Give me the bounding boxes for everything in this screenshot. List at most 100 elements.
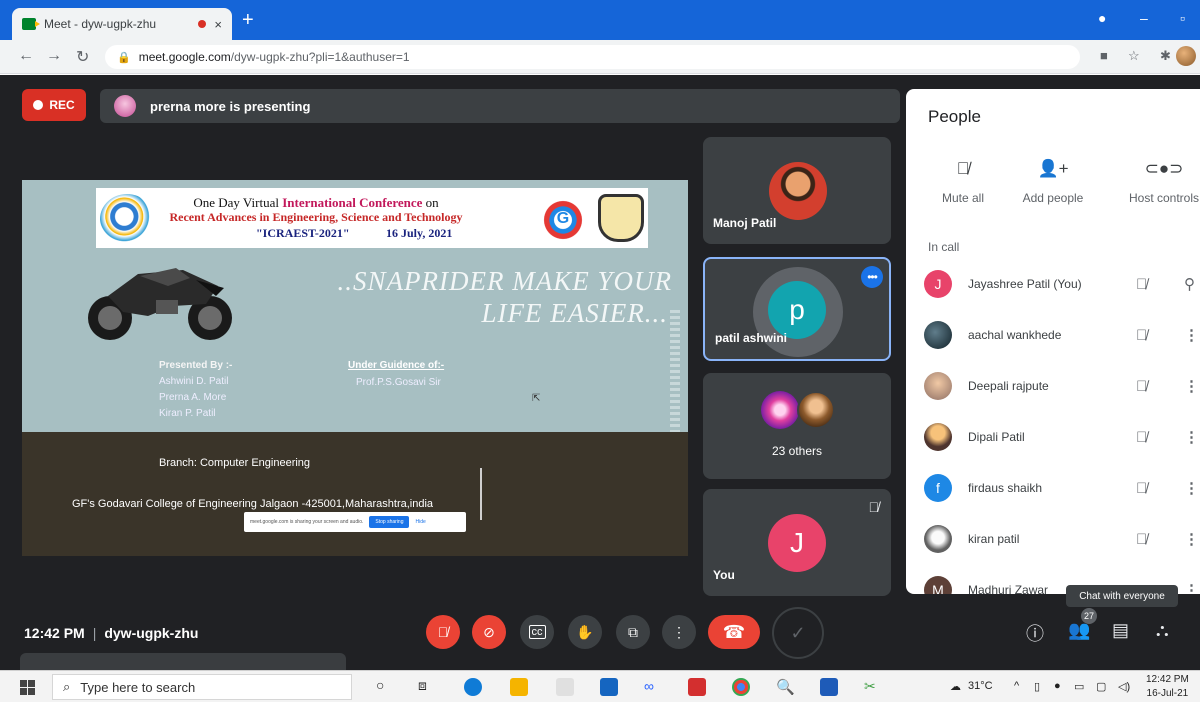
- presented-by-heading: Presented By :-: [159, 360, 233, 371]
- list-item[interactable]: J Jayashree Patil (You) 🎙̸ ⚲: [906, 265, 1200, 303]
- list-item[interactable]: Dipali Patil 🎙̸ ⋮: [906, 418, 1200, 456]
- participant-avatar: [924, 372, 952, 400]
- mic-off-icon[interactable]: 🎙̸: [1136, 327, 1147, 344]
- back-arrow-icon[interactable]: ←: [18, 47, 34, 65]
- participant-name: You: [713, 568, 735, 582]
- presentation-slide: One Day Virtual International Conference…: [22, 180, 688, 556]
- mic-off-icon: 🎙̸: [437, 624, 449, 640]
- mute-all-button[interactable]: 🎙̸ Mute all: [918, 159, 1008, 205]
- participant-tile-others[interactable]: 23 others: [703, 373, 891, 479]
- magnifier-icon[interactable]: 🔍: [776, 678, 795, 696]
- mic-off-icon[interactable]: 🎙̸: [1136, 378, 1147, 395]
- cortana-icon[interactable]: ○: [376, 677, 384, 693]
- presenting-banner: prerna more is presenting: [100, 89, 900, 123]
- chrome-icon[interactable]: [732, 678, 750, 696]
- mic-off-icon[interactable]: 🎙̸: [1136, 480, 1147, 497]
- url-input[interactable]: 🔒 meet.google.com/dyw-ugpk-zhu?pli=1&aut…: [105, 45, 1080, 69]
- meet-stage: REC prerna more is presenting One Day Vi…: [0, 75, 1200, 671]
- meeting-details-button[interactable]: ⓘ: [1026, 620, 1044, 646]
- task-view-icon[interactable]: ⧈: [418, 677, 427, 694]
- branch-text: Branch: Computer Engineering: [159, 457, 311, 469]
- more-options-button[interactable]: ⋮: [662, 615, 696, 649]
- more-vert-icon[interactable]: ⋮: [1184, 428, 1199, 446]
- tray-chevron-icon[interactable]: ^: [1014, 680, 1019, 692]
- meeting-code: dyw-ugpk-zhu: [104, 625, 199, 641]
- taskbar-search[interactable]: ⌕ Type here to search: [52, 674, 352, 700]
- more-vert-icon[interactable]: ⋮: [1184, 377, 1199, 395]
- mic-off-icon[interactable]: 🎙̸: [1136, 276, 1147, 293]
- hide-button[interactable]: Hide: [415, 519, 425, 525]
- temperature[interactable]: 31°C: [968, 680, 993, 692]
- minimize-button[interactable]: –: [1140, 10, 1148, 26]
- stop-sharing-button[interactable]: Stop sharing: [369, 516, 410, 528]
- snipping-tool-icon[interactable]: ✂: [864, 678, 882, 696]
- add-people-button[interactable]: 👤+ Add people: [1008, 159, 1098, 205]
- more-vert-icon[interactable]: ⋮: [1184, 581, 1199, 594]
- divider: |: [92, 625, 97, 641]
- participant-name: firdaus shaikh: [968, 481, 1043, 495]
- forward-arrow-icon[interactable]: →: [46, 47, 62, 65]
- more-vert-icon[interactable]: ⋮: [1184, 530, 1199, 548]
- profile-dot-icon[interactable]: ●: [1098, 10, 1106, 26]
- profile-avatar[interactable]: [1176, 46, 1196, 66]
- participant-avatar: [797, 391, 835, 429]
- infinity-app-icon[interactable]: ∞: [644, 678, 662, 696]
- presenter-name: Kiran P. Patil: [159, 408, 216, 419]
- host-controls-button[interactable]: ⊂●⊃ Host controls: [1114, 159, 1200, 205]
- mic-off-icon[interactable]: 🎙̸: [1136, 531, 1147, 548]
- battery-icon[interactable]: ▯: [1034, 680, 1040, 693]
- network-icon[interactable]: ▭: [1074, 680, 1084, 693]
- participant-tile-ashwini[interactable]: p ••• patil ashwini: [703, 257, 891, 361]
- participant-name: Madhuri Zawar: [968, 583, 1049, 594]
- activities-shapes-button[interactable]: ⛬: [1156, 620, 1169, 641]
- volume-icon[interactable]: ◁): [1118, 680, 1130, 693]
- participant-avatar: f: [924, 474, 952, 502]
- list-item[interactable]: aachal wankhede 🎙̸ ⋮: [906, 316, 1200, 354]
- present-now-button[interactable]: ⧉: [616, 615, 650, 649]
- presenter-name: Ashwini D. Patil: [159, 376, 229, 387]
- url-path: /dyw-ugpk-zhu?pli=1&authuser=1: [230, 50, 410, 64]
- display-icon[interactable]: ▢: [1096, 680, 1106, 693]
- participant-avatar: [761, 391, 799, 429]
- captions-button[interactable]: cc: [520, 615, 554, 649]
- recording-badge: REC: [22, 89, 86, 121]
- more-vert-icon[interactable]: ⋮: [1184, 326, 1199, 344]
- screen-share-notice: meet.google.com is sharing your screen a…: [244, 512, 466, 532]
- windows-start-icon[interactable]: [20, 680, 35, 695]
- tab-close-button[interactable]: ×: [214, 17, 222, 32]
- raise-hand-button[interactable]: ✋: [568, 615, 602, 649]
- host-controls-label: Host controls: [1128, 191, 1200, 205]
- dropbox-icon[interactable]: [556, 678, 574, 696]
- mic-off-icon[interactable]: 🎙̸: [1136, 429, 1147, 446]
- new-tab-button[interactable]: +: [242, 10, 254, 30]
- list-item[interactable]: Deepali rajpute 🎙̸ ⋮: [906, 367, 1200, 405]
- participant-name: Jayashree Patil (You): [968, 277, 1082, 291]
- camera-indicator-icon[interactable]: ■: [1100, 48, 1108, 63]
- reload-icon[interactable]: ↻: [76, 47, 89, 67]
- leave-call-button[interactable]: ☎: [708, 615, 760, 649]
- more-options-icon[interactable]: •••: [861, 266, 883, 288]
- activities-button[interactable]: ✓: [772, 607, 824, 659]
- camera-off-button[interactable]: ⊘: [472, 615, 506, 649]
- browser-tab[interactable]: Meet - dyw-ugpk-zhu ×: [12, 8, 232, 40]
- mic-off-button[interactable]: 🎙̸: [426, 615, 460, 649]
- check-icon: ✓: [790, 622, 806, 643]
- pin-icon[interactable]: ⚲: [1184, 275, 1195, 293]
- extensions-puzzle-icon[interactable]: ✱: [1160, 48, 1171, 64]
- bookmark-star-icon[interactable]: ☆: [1128, 48, 1140, 64]
- word-icon[interactable]: [820, 678, 838, 696]
- edge-icon[interactable]: [464, 678, 482, 696]
- file-explorer-icon[interactable]: [510, 678, 528, 696]
- chat-button[interactable]: ▤: [1112, 620, 1129, 641]
- taskbar-clock[interactable]: 12:42 PM 16-Jul-21: [1146, 673, 1189, 701]
- weather-icon[interactable]: ☁: [950, 680, 961, 693]
- list-item[interactable]: kiran patil 🎙̸ ⋮: [906, 520, 1200, 558]
- participant-tile-you[interactable]: 🎙̸ J You: [703, 489, 891, 596]
- mail-icon[interactable]: [600, 678, 618, 696]
- more-vert-icon[interactable]: ⋮: [1184, 479, 1199, 497]
- participant-tile-manoj[interactable]: Manoj Patil: [703, 137, 891, 244]
- acrobat-icon[interactable]: [688, 678, 706, 696]
- mic-tray-icon[interactable]: ●: [1054, 680, 1061, 692]
- restore-button[interactable]: ▫: [1180, 10, 1185, 26]
- list-item[interactable]: f firdaus shaikh 🎙̸ ⋮: [906, 469, 1200, 507]
